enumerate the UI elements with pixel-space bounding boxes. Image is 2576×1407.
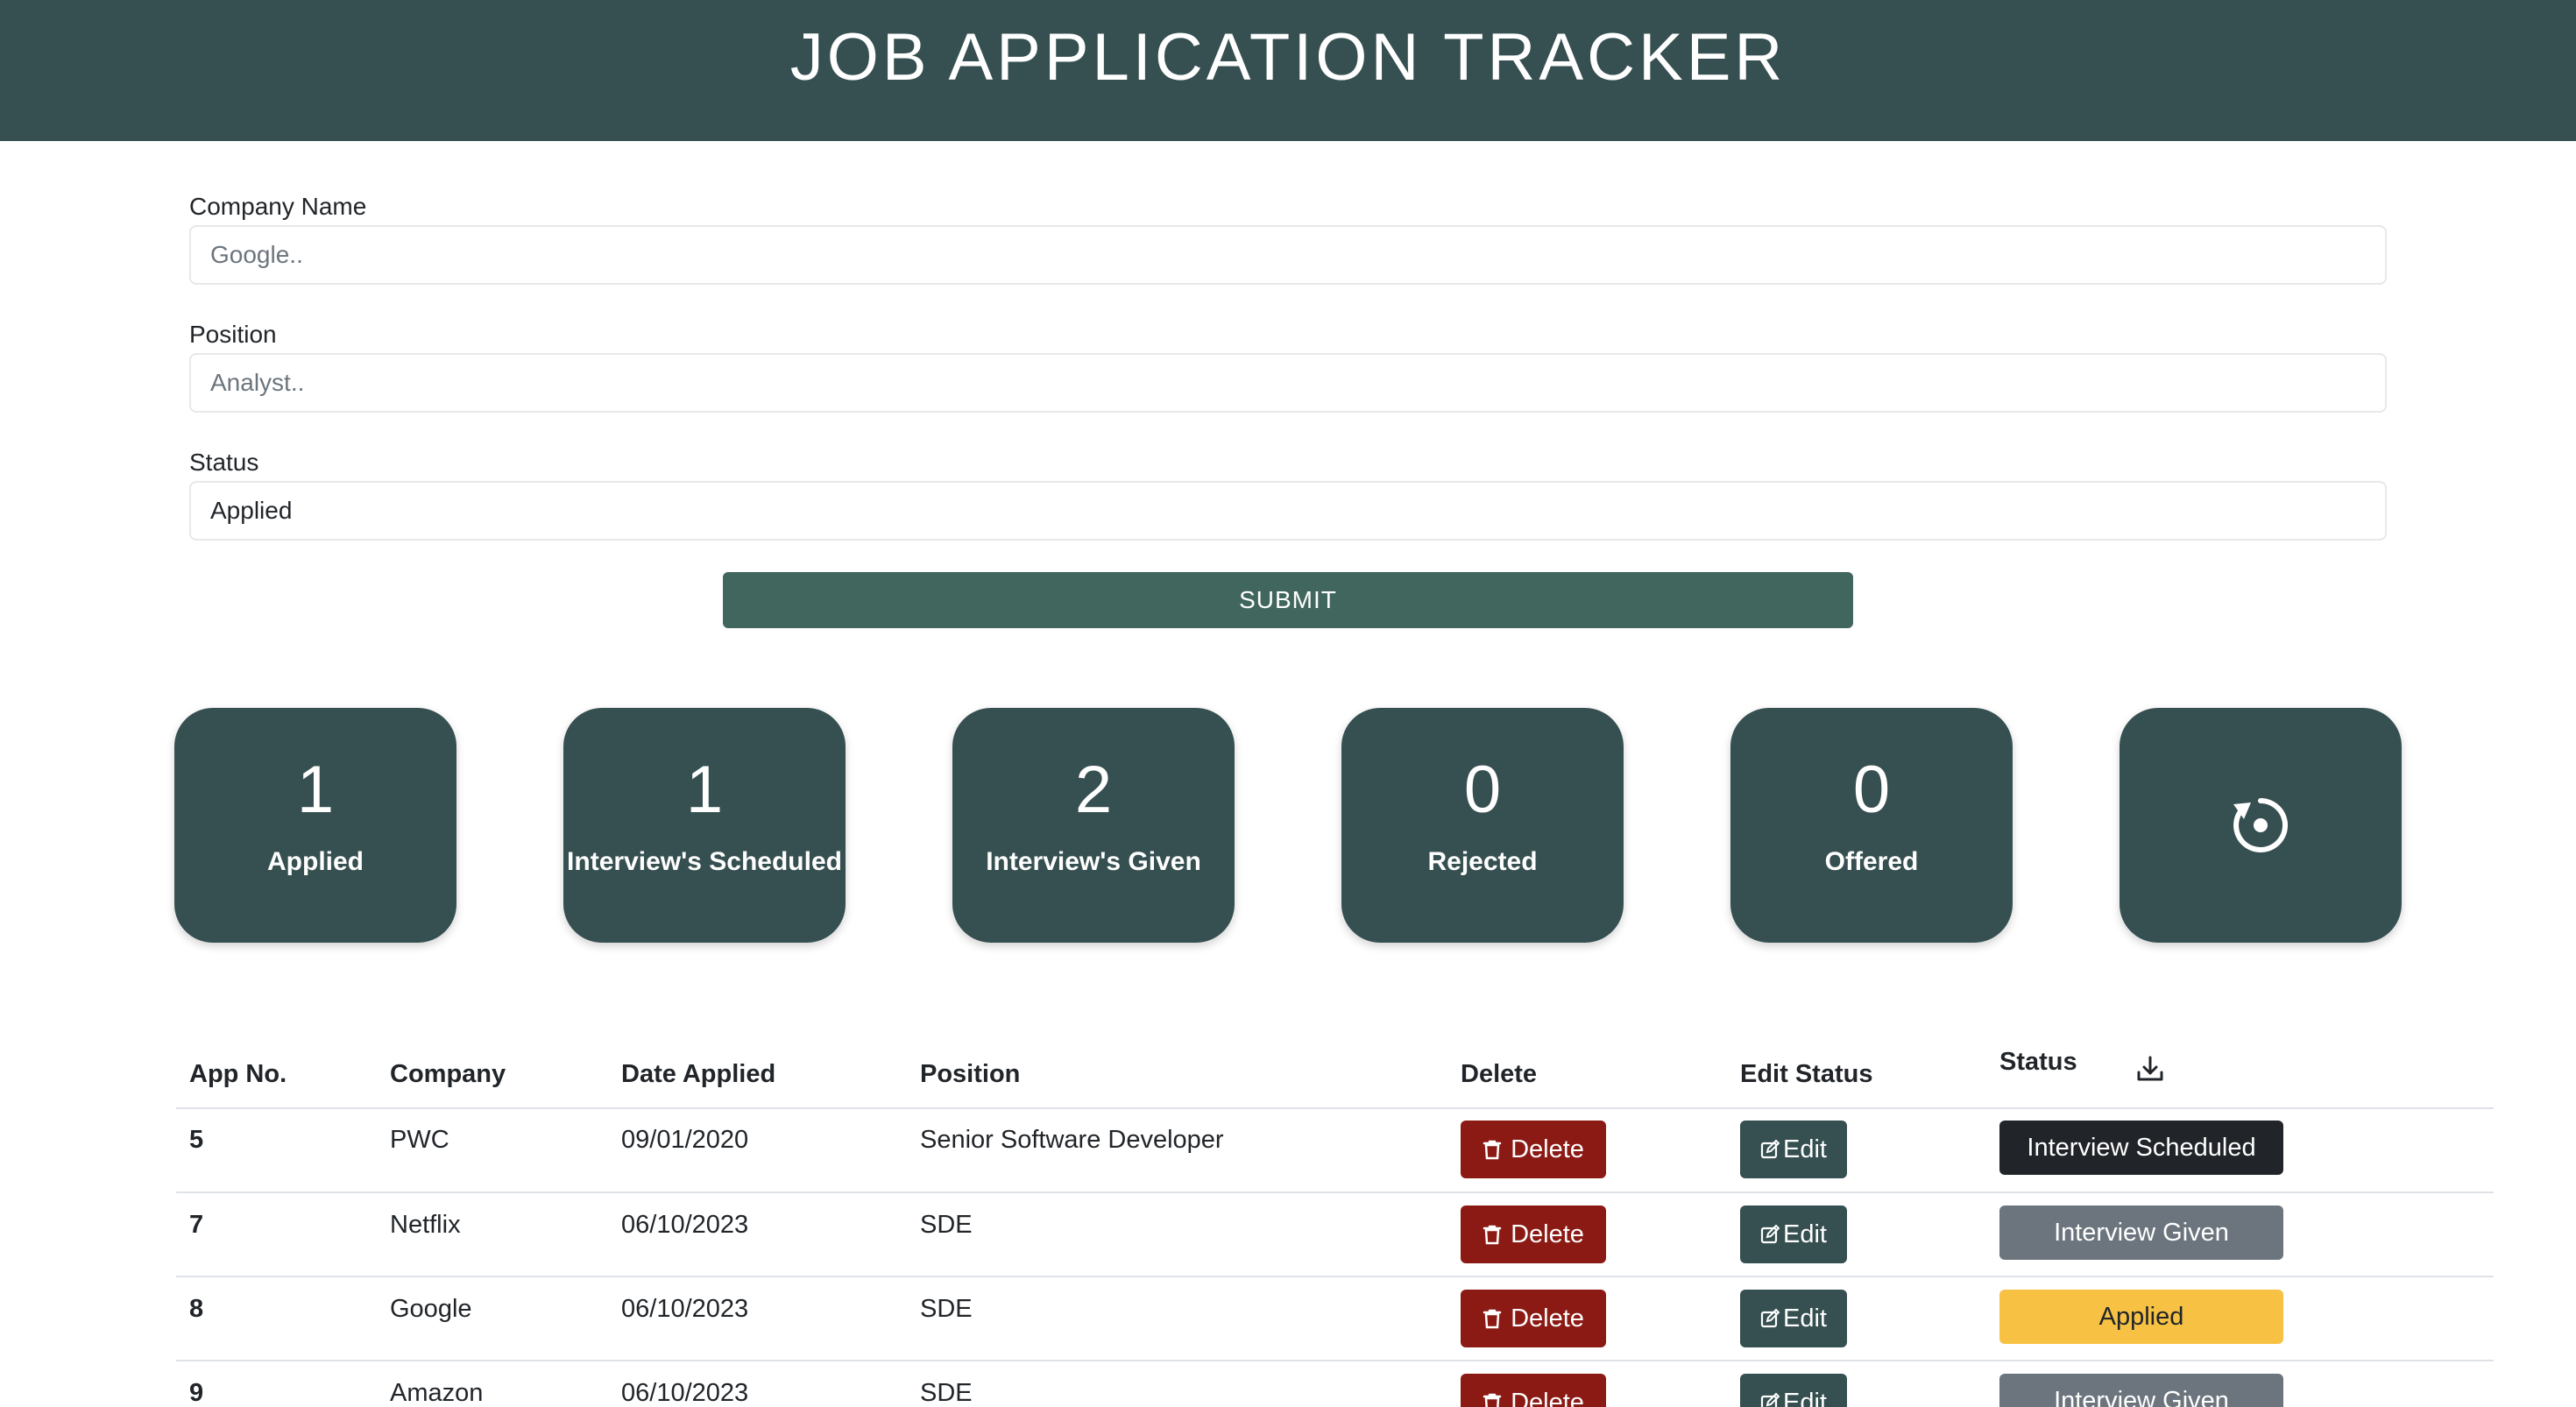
column-header-app-no: App No. — [189, 1060, 287, 1088]
company-name-input[interactable] — [189, 225, 2387, 285]
column-header-company: Company — [390, 1060, 506, 1088]
app-title: JOB APPLICATION TRACKER — [789, 20, 1787, 95]
table-cell-company: Netflix — [390, 1211, 461, 1239]
table-cell-position: SDE — [920, 1211, 973, 1239]
edit-button-label: Edit — [1783, 1388, 1827, 1407]
submit-button[interactable]: SUBMIT — [723, 572, 1853, 628]
edit-status-button[interactable]: Edit — [1740, 1290, 1847, 1347]
table-cell-app-no: 8 — [189, 1295, 204, 1323]
app-header: JOB APPLICATION TRACKER — [0, 0, 2576, 141]
stat-label: Applied — [267, 847, 364, 876]
delete-button[interactable]: Delete — [1461, 1121, 1606, 1178]
table-cell-company: Google — [390, 1295, 472, 1323]
table-cell-app-no: 5 — [189, 1126, 204, 1154]
table-cell-date: 06/10/2023 — [621, 1295, 749, 1323]
stat-card-rejected: 0 Rejected — [1341, 708, 1624, 943]
column-header-edit-status: Edit Status — [1740, 1060, 1873, 1088]
table-cell-position: Senior Software Developer — [920, 1126, 1224, 1154]
column-header-date-applied: Date Applied — [621, 1060, 776, 1088]
table-cell-date: 09/01/2020 — [621, 1126, 749, 1154]
table-cell-app-no: 7 — [189, 1211, 204, 1239]
trash-icon — [1483, 1224, 1502, 1245]
edit-button-label: Edit — [1783, 1220, 1827, 1248]
edit-icon — [1760, 1224, 1780, 1245]
stat-label: Interview's Scheduled — [567, 847, 842, 876]
edit-icon — [1760, 1139, 1780, 1160]
table-cell-company: Amazon — [390, 1379, 484, 1407]
stat-label: Offered — [1824, 847, 1919, 876]
status-badge-applied[interactable]: Applied — [1999, 1290, 2283, 1344]
edit-status-button[interactable]: Edit — [1740, 1374, 1847, 1407]
stat-card-interview-scheduled: 1 Interview's Scheduled — [563, 708, 846, 943]
position-label: Position — [189, 321, 277, 348]
delete-button-label: Delete — [1511, 1220, 1584, 1248]
stat-count: 0 — [1852, 753, 1891, 827]
stat-label: Interview's Given — [986, 847, 1201, 876]
table-divider — [176, 1191, 2494, 1193]
edit-status-button[interactable]: Edit — [1740, 1121, 1847, 1178]
column-header-status: Status — [1999, 1048, 2077, 1076]
company-name-label: Company Name — [189, 193, 367, 220]
edit-icon — [1760, 1392, 1780, 1407]
status-badge-interview-given[interactable]: Interview Given — [1999, 1205, 2283, 1260]
edit-button-label: Edit — [1783, 1304, 1827, 1333]
delete-button-label: Delete — [1511, 1388, 1584, 1407]
stat-card-applied: 1 Applied — [174, 708, 456, 943]
table-cell-date: 06/10/2023 — [621, 1379, 749, 1407]
table-divider — [176, 1276, 2494, 1277]
edit-icon — [1760, 1308, 1780, 1329]
table-cell-position: SDE — [920, 1295, 973, 1323]
delete-button[interactable]: Delete — [1461, 1290, 1606, 1347]
delete-button-label: Delete — [1511, 1135, 1584, 1163]
status-input[interactable] — [189, 481, 2387, 541]
table-divider — [176, 1360, 2494, 1361]
stat-label: Rejected — [1427, 847, 1538, 876]
column-header-delete: Delete — [1461, 1060, 1538, 1088]
column-header-position: Position — [920, 1060, 1021, 1088]
table-cell-position: SDE — [920, 1379, 973, 1407]
delete-button[interactable]: Delete — [1461, 1205, 1606, 1263]
reset-button[interactable] — [2120, 708, 2402, 943]
position-input[interactable] — [189, 353, 2387, 413]
delete-button[interactable]: Delete — [1461, 1374, 1606, 1407]
delete-button-label: Delete — [1511, 1304, 1584, 1333]
stat-count: 0 — [1463, 753, 1502, 827]
stat-count: 1 — [685, 753, 724, 827]
stat-card-interview-given: 2 Interview's Given — [952, 708, 1235, 943]
download-icon[interactable] — [2134, 1053, 2166, 1085]
trash-icon — [1483, 1392, 1502, 1407]
edit-status-button[interactable]: Edit — [1740, 1205, 1847, 1263]
status-badge-interview-scheduled[interactable]: Interview Scheduled — [1999, 1121, 2283, 1175]
stat-count: 2 — [1074, 753, 1113, 827]
stat-card-offered: 0 Offered — [1730, 708, 2013, 943]
table-cell-app-no: 9 — [189, 1379, 204, 1407]
edit-button-label: Edit — [1783, 1135, 1827, 1163]
table-divider — [176, 1107, 2494, 1109]
status-badge-interview-given[interactable]: Interview Given — [1999, 1374, 2283, 1407]
trash-icon — [1483, 1308, 1502, 1329]
stat-count: 1 — [296, 753, 335, 827]
table-cell-date: 06/10/2023 — [621, 1211, 749, 1239]
reset-icon — [2233, 798, 2289, 852]
table-cell-company: PWC — [390, 1126, 449, 1154]
status-label: Status — [189, 449, 259, 476]
trash-icon — [1483, 1139, 1502, 1160]
